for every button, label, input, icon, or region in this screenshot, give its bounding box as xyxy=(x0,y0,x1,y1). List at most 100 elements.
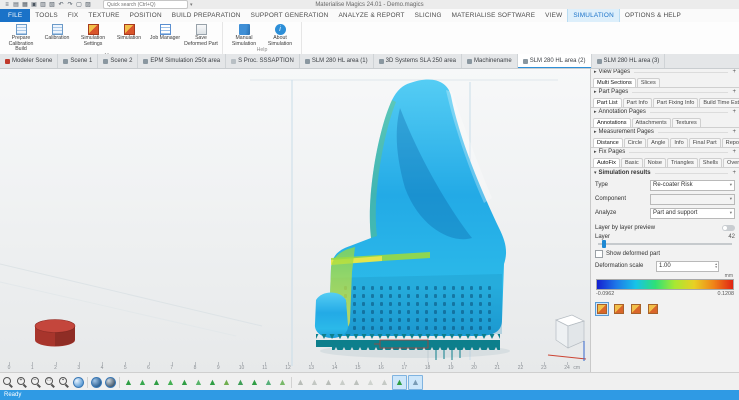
page-tab[interactable]: Build Time Estimation xyxy=(699,98,739,107)
page-tab[interactable]: Noise xyxy=(644,158,666,167)
simulation-result-tool-icon[interactable]: ▲ xyxy=(408,375,423,390)
redo-icon[interactable]: ↷ xyxy=(66,1,74,9)
slider-handle[interactable] xyxy=(602,240,606,248)
translate-tool-icon[interactable]: ▲ xyxy=(122,376,135,389)
tab-slicing[interactable]: SLICING xyxy=(410,9,447,22)
zoom-fit-icon[interactable]: □ xyxy=(44,376,57,389)
view-sphere-icon[interactable] xyxy=(72,376,85,389)
page-tab[interactable]: Final Part xyxy=(689,138,721,147)
add-page-icon[interactable]: + xyxy=(732,69,736,75)
chair-model[interactable] xyxy=(315,79,506,360)
tab-file[interactable]: FILE xyxy=(0,9,30,22)
scene-tab[interactable]: Scene 2 xyxy=(98,54,138,68)
save-deformed-part-button[interactable]: Save Deformed Part xyxy=(184,23,218,53)
page-tab[interactable]: Slices xyxy=(637,78,660,87)
fix-pages-header[interactable]: ▸ Fix Pages + xyxy=(591,148,739,156)
page-tab[interactable]: Textures xyxy=(672,118,701,127)
tab-support-generation[interactable]: SUPPORT GENERATION xyxy=(246,9,334,22)
new-scene-icon[interactable]: ▤ xyxy=(12,1,20,9)
tab-build-preparation[interactable]: BUILD PREPARATION xyxy=(167,9,246,22)
scene-tab[interactable]: EPM Simulation 250t area xyxy=(138,54,226,68)
tab-simulation[interactable]: SIMULATION xyxy=(567,9,620,22)
zoom-in-icon[interactable]: + xyxy=(16,376,29,389)
scene-tab-modeler[interactable]: Modeler Scene xyxy=(0,54,58,68)
page-tab[interactable]: Part List xyxy=(593,98,622,107)
zoom-window-icon[interactable]: ▪ xyxy=(58,376,71,389)
search-input[interactable] xyxy=(103,0,188,9)
tool-icon[interactable]: ▲ xyxy=(378,376,391,389)
cut-tool-icon[interactable]: ▲ xyxy=(248,376,261,389)
bottom-plane-tool-icon[interactable]: ▲ xyxy=(206,376,219,389)
scene-tab[interactable]: Machinename xyxy=(462,54,518,68)
scene-tab[interactable]: 3D Systems SLA 250 area xyxy=(374,54,462,68)
calibration-button[interactable]: Calibration xyxy=(40,23,74,53)
page-tab[interactable]: Overlap xyxy=(723,158,739,167)
scene-tab[interactable]: SLM 280 HL area (3) xyxy=(592,54,666,68)
viewport-3d[interactable]: 0123456789101112131415161718192021222324… xyxy=(0,68,590,372)
import-part-icon[interactable]: ▥ xyxy=(39,1,47,9)
rescale-tool-icon[interactable]: ▲ xyxy=(150,376,163,389)
scene-tab[interactable]: SLM 280 HL area (2) xyxy=(518,54,592,68)
simulation-results-header[interactable]: ▾ Simulation results + xyxy=(591,168,739,178)
label-tool-icon[interactable]: ▲ xyxy=(262,376,275,389)
type-select[interactable]: Re-coater Risk ▾ xyxy=(650,180,735,191)
tab-fix[interactable]: FIX xyxy=(63,9,84,22)
measure-tool-icon[interactable]: ▲ xyxy=(234,376,247,389)
page-tab[interactable]: Distance xyxy=(593,138,623,147)
zoom-icon[interactable] xyxy=(2,376,15,389)
orbit-view-icon[interactable] xyxy=(104,376,117,389)
duplicate-tool-icon[interactable]: ▲ xyxy=(178,376,191,389)
page-tab[interactable]: Report xyxy=(722,138,739,147)
annotation-pages-header[interactable]: ▸ Annotation Pages + xyxy=(591,108,739,116)
result-view-4-button[interactable] xyxy=(646,302,660,316)
orientation-tool-icon[interactable]: ▲ xyxy=(192,376,205,389)
page-tab[interactable]: Attachments xyxy=(632,118,671,127)
mirror-tool-icon[interactable]: ▲ xyxy=(164,376,177,389)
tool-icon[interactable]: ▲ xyxy=(364,376,377,389)
result-view-1-button[interactable] xyxy=(595,302,609,316)
simulation-button[interactable]: Simulation xyxy=(112,23,146,53)
page-tab[interactable]: Basic xyxy=(621,158,643,167)
undo-icon[interactable]: ↶ xyxy=(57,1,65,9)
page-tab[interactable]: Annotations xyxy=(593,118,631,127)
prepare-calibration-build-button[interactable]: Prepare Calibration Build xyxy=(4,23,38,53)
add-page-icon[interactable]: + xyxy=(732,89,736,95)
simulation-settings-button[interactable]: Simulation Settings xyxy=(76,23,110,53)
page-tab[interactable]: Multi Sections xyxy=(593,78,636,87)
delete-icon[interactable]: ▨ xyxy=(84,1,92,9)
support-tool-icon[interactable]: ▲ xyxy=(220,376,233,389)
scene-tab[interactable]: S Proc. SSSAPTION xyxy=(226,54,300,68)
page-tab[interactable]: Shells xyxy=(699,158,722,167)
result-view-3-button[interactable] xyxy=(629,302,643,316)
analyze-select[interactable]: Part and support ▾ xyxy=(650,208,735,219)
tool-icon[interactable]: ▲ xyxy=(294,376,307,389)
deformation-scale-spinner[interactable]: 1.00 ▴▾ xyxy=(656,261,719,272)
tab-options-help[interactable]: OPTIONS & HELP xyxy=(620,9,686,22)
show-deformed-checkbox[interactable] xyxy=(595,250,603,258)
view-pages-header[interactable]: ▸ View Pages + xyxy=(591,68,739,76)
tab-view[interactable]: VIEW xyxy=(540,9,567,22)
zoom-out-icon[interactable]: − xyxy=(30,376,43,389)
view-cube[interactable] xyxy=(548,315,586,361)
add-page-icon[interactable]: + xyxy=(732,129,736,135)
red-cylinder-part[interactable] xyxy=(35,320,75,347)
save-icon[interactable]: ▣ xyxy=(30,1,38,9)
add-page-icon[interactable]: + xyxy=(732,170,736,176)
part-pages-header[interactable]: ▸ Part Pages + xyxy=(591,88,739,96)
open-icon[interactable]: ▦ xyxy=(21,1,29,9)
layer-slider[interactable] xyxy=(598,243,732,245)
layer-preview-toggle[interactable] xyxy=(722,225,735,231)
hollow-tool-icon[interactable]: ▲ xyxy=(276,376,289,389)
page-tab[interactable]: Triangles xyxy=(667,158,698,167)
globe-view-icon[interactable] xyxy=(90,376,103,389)
tool-icon[interactable]: ▲ xyxy=(336,376,349,389)
page-tab[interactable]: Part Fixing Info xyxy=(653,98,699,107)
add-page-icon[interactable]: + xyxy=(732,109,736,115)
tool-icon[interactable]: ▲ xyxy=(322,376,335,389)
simulation-view-tool-icon[interactable]: ▲ xyxy=(392,375,407,390)
duplicate-icon[interactable]: ▢ xyxy=(75,1,83,9)
result-view-2-button[interactable] xyxy=(612,302,626,316)
manual-simulation-button[interactable]: Manual Simulation xyxy=(227,23,261,47)
page-tab[interactable]: Angle xyxy=(647,138,669,147)
job-manager-button[interactable]: Job Manager xyxy=(148,23,182,53)
